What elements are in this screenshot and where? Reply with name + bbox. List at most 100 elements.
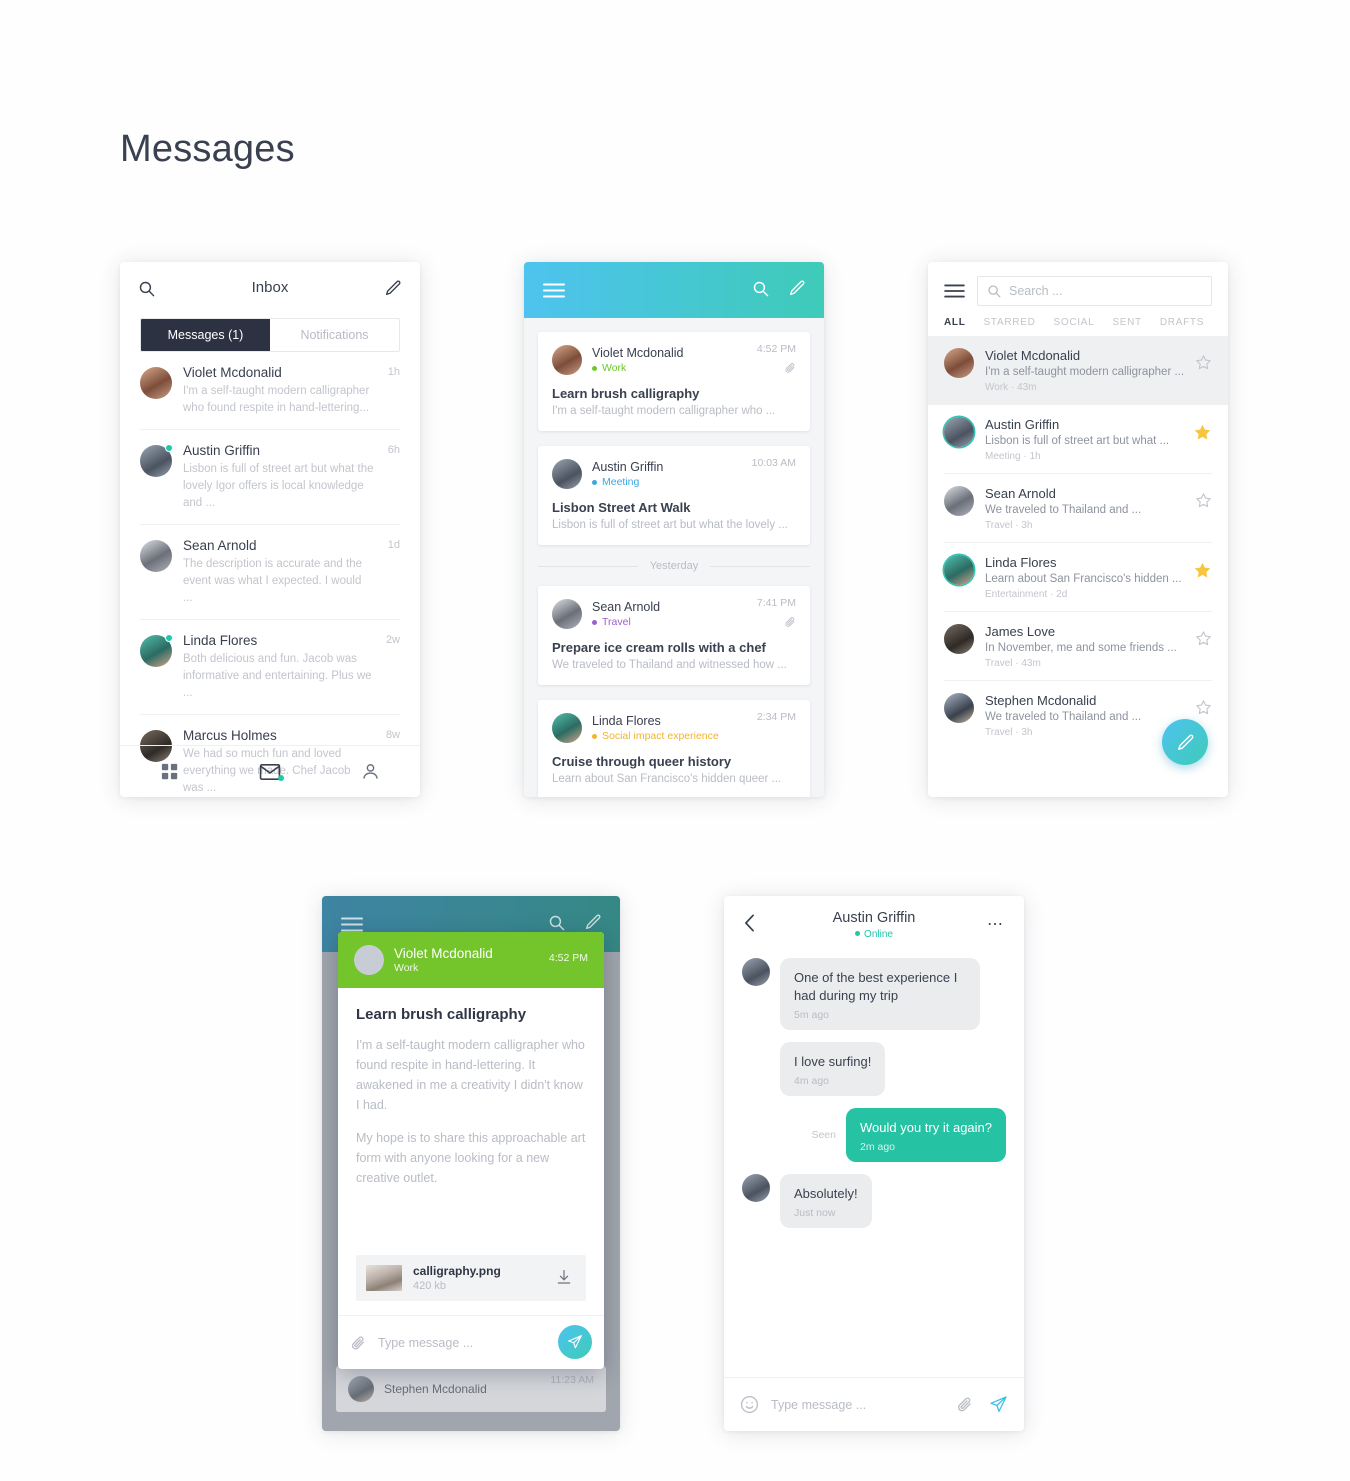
pencil-icon bbox=[1176, 733, 1195, 752]
search-input[interactable]: Search ... bbox=[977, 276, 1212, 306]
list-item[interactable]: Sean Arnold The description is accurate … bbox=[140, 525, 400, 621]
page-title: Messages bbox=[120, 128, 295, 170]
hamburger-icon[interactable] bbox=[944, 284, 965, 298]
list-item[interactable]: Austin Griffin Lisbon is full of street … bbox=[140, 430, 400, 526]
meta-separator: · bbox=[1015, 727, 1019, 738]
nav-messages[interactable] bbox=[220, 763, 320, 781]
row-meta: Work · 43m bbox=[985, 382, 1186, 393]
chat-message: Seen Would you try it again? 2m ago bbox=[742, 1107, 1006, 1162]
pencil-icon[interactable] bbox=[584, 913, 602, 931]
hamburger-icon[interactable] bbox=[543, 283, 565, 298]
separator-line bbox=[710, 565, 810, 567]
online-indicator bbox=[855, 931, 861, 936]
pencil-icon[interactable] bbox=[788, 279, 806, 297]
hamburger-icon[interactable] bbox=[341, 917, 363, 932]
search-icon[interactable] bbox=[752, 280, 769, 297]
row-meta: Meeting · 1h bbox=[985, 451, 1186, 462]
message-input[interactable]: Type message ... bbox=[378, 1336, 473, 1350]
meta-separator: · bbox=[1010, 382, 1015, 393]
list-item[interactable]: Linda Flores Both delicious and fun. Jac… bbox=[140, 620, 400, 716]
timestamp: 4:52 PM bbox=[548, 952, 588, 964]
avatar-wrap bbox=[140, 634, 173, 668]
tab-all[interactable]: ALL bbox=[944, 317, 966, 328]
category-label: Meeting bbox=[592, 476, 663, 488]
search-icon[interactable] bbox=[548, 914, 565, 931]
tab-starred[interactable]: STARRED bbox=[984, 317, 1036, 328]
avatar bbox=[552, 345, 582, 375]
pencil-icon[interactable] bbox=[384, 279, 402, 297]
chat-compose-bar: Type message ... bbox=[724, 1377, 1024, 1431]
sender-name: Violet Mcdonalid bbox=[985, 348, 1081, 363]
sender-name: Marcus Holmes bbox=[183, 728, 277, 744]
chat-bubble-incoming[interactable]: One of the best experience I had during … bbox=[780, 958, 980, 1030]
smiley-icon[interactable] bbox=[740, 1395, 759, 1414]
search-panel: Search ... ALL STARRED SOCIAL SENT DRAFT… bbox=[928, 262, 1228, 797]
online-indicator bbox=[165, 444, 173, 453]
tab-notifications[interactable]: Notifications bbox=[270, 319, 399, 351]
table-row[interactable]: Linda Flores Learn about San Francisco's… bbox=[928, 543, 1228, 612]
message-preview: I'm a self-taught modern calligrapher ..… bbox=[985, 366, 1185, 378]
nav-grid[interactable] bbox=[120, 763, 220, 781]
feed-card[interactable]: 4:52 PM Violet Mcdonalid Work Learn brus… bbox=[538, 332, 810, 431]
sender-name: Stephen Mcdonalid bbox=[985, 693, 1097, 708]
sender-name: Linda Flores bbox=[592, 714, 661, 728]
feed-card[interactable]: 2:34 PM Linda Flores Social impact exper… bbox=[538, 700, 810, 797]
online-indicator bbox=[165, 634, 173, 643]
message-preview: We traveled to Thailand and ... bbox=[985, 504, 1142, 516]
send-icon[interactable] bbox=[989, 1395, 1008, 1414]
attachment-filesize: 420 kb bbox=[413, 1280, 447, 1292]
chat-message-input[interactable]: Type message ... bbox=[771, 1398, 956, 1412]
meta-separator: · bbox=[1023, 451, 1027, 462]
table-row[interactable]: James Love In November, me and some frie… bbox=[928, 612, 1228, 681]
chat-bubble-incoming[interactable]: Absolutely! Just now bbox=[780, 1173, 872, 1228]
chat-bubble-incoming[interactable]: I love surfing! 4m ago bbox=[780, 1041, 886, 1096]
table-row[interactable]: Sean Arnold We traveled to Thailand and … bbox=[928, 474, 1228, 543]
paperclip-icon[interactable] bbox=[350, 1335, 366, 1351]
grid-icon bbox=[161, 763, 179, 781]
table-row[interactable]: Violet Mcdonalid I'm a self-taught moder… bbox=[928, 336, 1228, 405]
body-paragraph: My hope is to share this approachable ar… bbox=[356, 1131, 586, 1185]
attachment-item[interactable]: calligraphy.png 420 kb bbox=[356, 1255, 586, 1301]
table-row[interactable]: Austin Griffin Lisbon is full of street … bbox=[928, 405, 1228, 474]
tab-drafts[interactable]: DRAFTS bbox=[1160, 317, 1204, 328]
avatar bbox=[552, 459, 582, 489]
sender-name: Linda Flores bbox=[985, 555, 1057, 570]
message-text: I love surfing! bbox=[794, 1053, 872, 1069]
timestamp: 43m bbox=[1021, 658, 1041, 669]
timestamp: 3h bbox=[1021, 727, 1033, 738]
tab-social[interactable]: SOCIAL bbox=[1054, 317, 1095, 328]
message-preview: Learn about San Francisco's hidden queer… bbox=[552, 773, 782, 785]
more-horizontal-icon[interactable]: ⋯ bbox=[987, 917, 1006, 933]
paperclip-icon[interactable] bbox=[956, 1396, 973, 1413]
message-preview: Both delicious and fun. Jacob was inform… bbox=[183, 653, 372, 699]
subject: Cruise through queer history bbox=[552, 754, 732, 769]
feed-card[interactable]: 10:03 AM Austin Griffin Meeting Lisbon S… bbox=[538, 446, 810, 545]
download-icon[interactable] bbox=[556, 1269, 572, 1285]
message-body: Linda Flores Both delicious and fun. Jac… bbox=[183, 633, 400, 701]
send-button[interactable] bbox=[558, 1325, 592, 1359]
feed-card[interactable]: 7:41 PM Sean Arnold Travel Prepare ice c… bbox=[538, 586, 810, 685]
feed-card-list: 4:52 PM Violet Mcdonalid Work Learn brus… bbox=[524, 318, 824, 797]
timestamp: 4m ago bbox=[794, 1074, 830, 1087]
timestamp: Just now bbox=[794, 1206, 836, 1219]
tab-messages[interactable]: Messages (1) bbox=[141, 319, 270, 351]
list-item[interactable]: Violet Mcdonalid I'm a self-taught moder… bbox=[140, 352, 400, 431]
tab-sent[interactable]: SENT bbox=[1112, 317, 1141, 328]
compose-fab[interactable] bbox=[1162, 719, 1208, 765]
chat-bubble-outgoing[interactable]: Would you try it again? 2m ago bbox=[846, 1107, 1006, 1162]
search-icon bbox=[987, 284, 1001, 298]
subject: Prepare ice cream rolls with a chef bbox=[552, 640, 766, 655]
star-icon[interactable] bbox=[1193, 561, 1212, 580]
compose-bar: Type message ... bbox=[338, 1315, 604, 1369]
message-preview: In November, me and some friends ... bbox=[985, 642, 1177, 654]
star-icon[interactable] bbox=[1193, 423, 1212, 442]
star-icon[interactable] bbox=[1195, 630, 1212, 647]
row-body: James Love In November, me and some frie… bbox=[985, 624, 1212, 669]
star-icon[interactable] bbox=[1195, 492, 1212, 509]
star-icon[interactable] bbox=[1195, 699, 1212, 716]
nav-profile[interactable] bbox=[320, 762, 420, 781]
status-badge: Online bbox=[724, 929, 1024, 940]
message-body: Austin Griffin Lisbon is full of street … bbox=[183, 443, 400, 511]
star-icon[interactable] bbox=[1195, 354, 1212, 371]
row-body: Austin Griffin Lisbon is full of street … bbox=[985, 417, 1212, 462]
